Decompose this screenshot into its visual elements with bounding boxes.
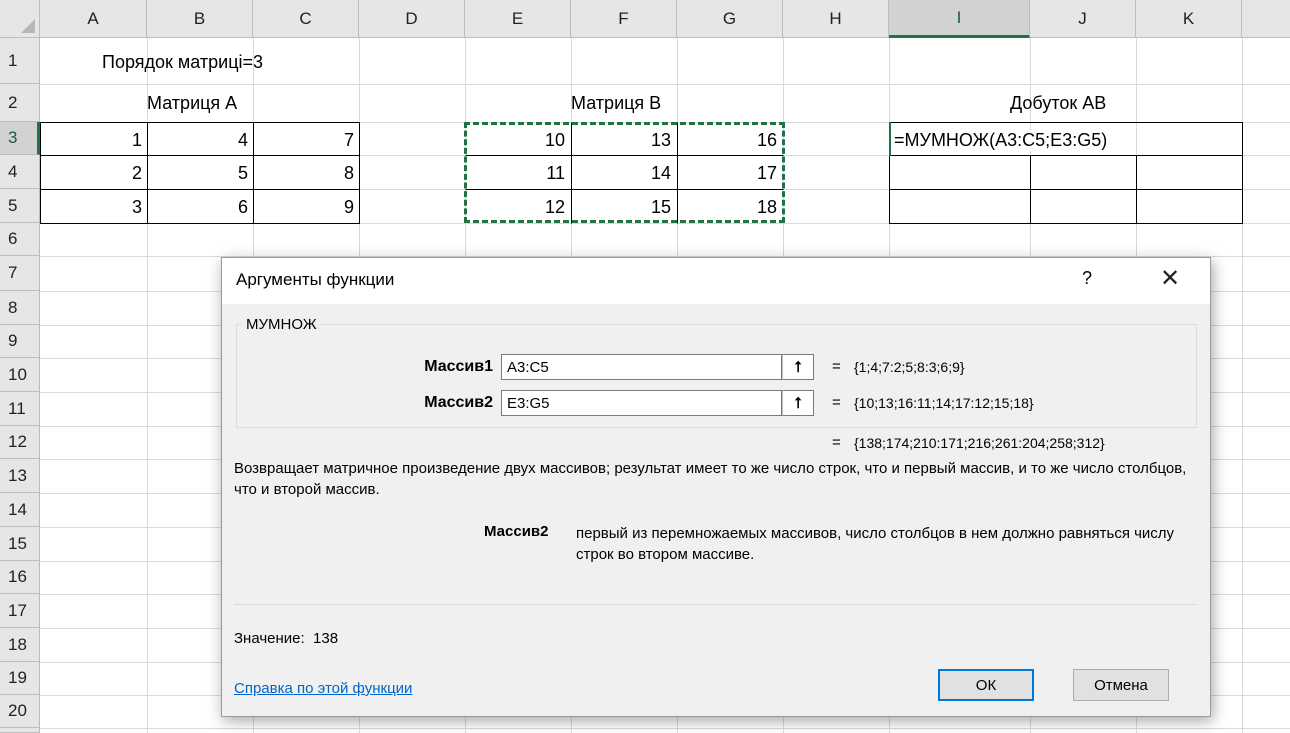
equals-sign: = [832,394,841,411]
row-header-11[interactable]: 11 [0,392,40,426]
formula-result: {138;174;210:171;216;261:204;258;312} [854,435,1105,451]
row-header-10[interactable]: 10 [0,358,40,392]
formula-in-cell[interactable]: =МУМНОЖ(A3:C5;E3:G5) [894,130,1108,151]
cell-value: 5 [237,163,248,183]
column-header-a[interactable]: A [40,0,147,38]
cell-i5[interactable] [889,189,1031,224]
product-title: Добуток АВ [1010,93,1107,113]
arg1-input[interactable] [501,354,782,380]
help-link[interactable]: Справка по этой функции [234,680,412,697]
arg1-label: Массив1 [424,358,493,375]
value-result: 138 [313,630,339,647]
column-header-c[interactable]: C [253,0,359,38]
divider [234,604,1197,605]
row-header-15[interactable]: 15 [0,527,40,561]
collapse-dialog-icon: ⭡ [794,394,802,412]
argument-description-label: Массив2 [484,523,549,540]
row-header-21 [0,728,40,733]
row-header-1[interactable]: 1 [0,38,40,84]
cell-value: 9 [343,197,354,217]
row-header-3[interactable]: 3 [0,122,40,155]
value-label: Значение: [234,630,305,647]
row-header-7[interactable]: 7 [0,256,40,291]
arg1-result: {1;4;7:2;5;8:3;6;9} [854,359,965,375]
column-header-filler [1242,0,1290,38]
row-header-4[interactable]: 4 [0,155,40,189]
column-header-d[interactable]: D [359,0,465,38]
cell-value: 7 [343,130,354,150]
cell-value: 6 [237,197,248,217]
cell-value: 3 [131,197,142,217]
value-line: Значение: 138 [234,630,338,647]
dialog-title: Аргументы функции [236,270,395,289]
arg2-result: {10;13;16:11;14;17:12;15;18} [854,395,1034,411]
matrix-b-title: Матриця В [571,93,662,113]
row-header-8[interactable]: 8 [0,291,40,325]
cell-value: 8 [343,163,354,183]
cell-j4[interactable] [1030,155,1137,190]
row-header-13[interactable]: 13 [0,459,40,493]
row-header-5[interactable]: 5 [0,189,40,223]
row-header-20[interactable]: 20 [0,695,40,728]
select-all-icon [21,19,35,33]
cell-value: 17 [756,163,777,183]
cell-value: 2 [131,163,142,183]
equals-sign: = [832,358,841,375]
function-arguments-dialog: Аргументы функции ? ✕ МУМНОЖ Массив1 ⭡ =… [221,257,1211,717]
column-header-j[interactable]: J [1030,0,1136,38]
column-header-k[interactable]: K [1136,0,1242,38]
select-all-corner[interactable] [0,0,40,38]
row-header-16[interactable]: 16 [0,561,40,594]
cell-value: 13 [650,130,671,150]
equals-sign: = [832,434,841,451]
cell-value: 11 [546,163,565,183]
cell-value: 10 [544,130,565,150]
matrix-order-label: Порядок матриці=3 [102,52,264,72]
arg2-label: Массив2 [424,394,493,411]
matrix-a-title: Матриця А [147,93,238,113]
row-header-12[interactable]: 12 [0,426,40,459]
cancel-button[interactable]: Отмена [1073,669,1169,701]
row-header-18[interactable]: 18 [0,628,40,662]
cell-value: 18 [756,197,777,217]
dialog-titlebar[interactable]: Аргументы функции ? ✕ [222,258,1210,304]
cell-k5[interactable] [1136,189,1243,224]
ok-button[interactable]: ОК [938,669,1034,701]
cell-value: 1 [131,130,142,150]
gridline [40,84,1290,85]
close-icon[interactable]: ✕ [1160,264,1180,293]
column-header-e[interactable]: E [465,0,571,38]
row-header-17[interactable]: 17 [0,594,40,628]
cell-value: 16 [756,130,777,150]
collapse-dialog-icon: ⭡ [794,358,802,376]
column-header-h[interactable]: H [783,0,889,38]
row-header-19[interactable]: 19 [0,662,40,695]
cell-value: 12 [544,197,565,217]
column-header-b[interactable]: B [147,0,253,38]
cell-value: 4 [237,130,248,150]
function-name: МУМНОЖ [242,316,321,333]
row-header-9[interactable]: 9 [0,325,40,358]
cell-value: 14 [650,163,671,183]
arg1-collapse-button[interactable]: ⭡ [782,354,814,380]
cell-value: 15 [650,197,671,217]
help-icon[interactable]: ? [1082,268,1092,289]
argument-description: первый из перемножаемых массивов, число … [576,525,1175,563]
cell-i4[interactable] [889,155,1031,190]
cell-j5[interactable] [1030,189,1137,224]
row-header-14[interactable]: 14 [0,493,40,527]
row-header-2[interactable]: 2 [0,84,40,122]
cell-k4[interactable] [1136,155,1243,190]
gridline [40,728,1290,729]
arg2-collapse-button[interactable]: ⭡ [782,390,814,416]
column-header-i[interactable]: I [889,0,1030,38]
column-header-g[interactable]: G [677,0,783,38]
column-header-f[interactable]: F [571,0,677,38]
function-description: Возвращает матричное произведение двух м… [234,460,1187,498]
row-header-6[interactable]: 6 [0,223,40,256]
arg2-input[interactable] [501,390,782,416]
